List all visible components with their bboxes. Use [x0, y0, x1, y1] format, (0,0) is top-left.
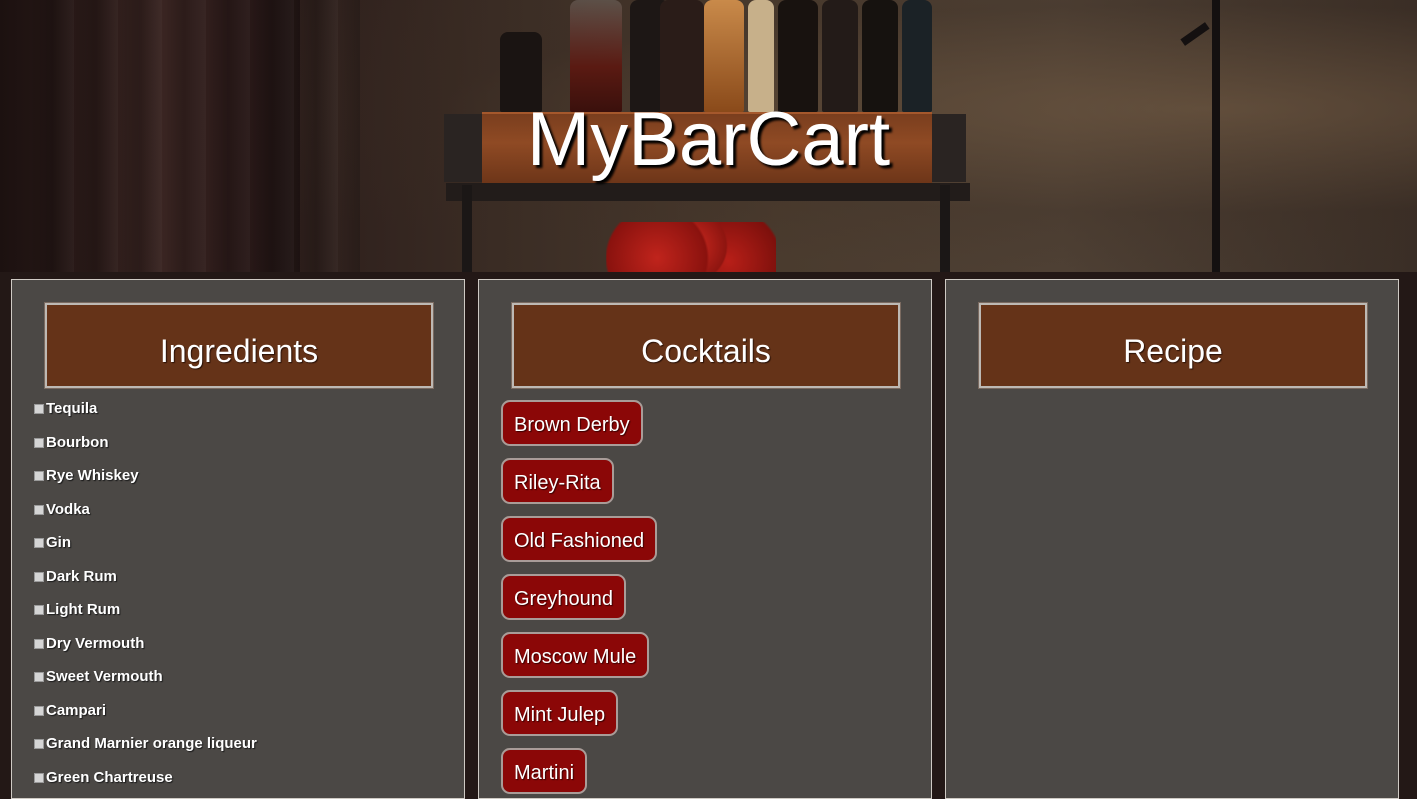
ingredient-item: Tequila: [34, 400, 257, 434]
ingredient-checkbox[interactable]: [34, 605, 44, 615]
ingredient-checkbox[interactable]: [34, 706, 44, 716]
ingredient-label: Rye Whiskey: [46, 467, 139, 484]
ingredient-checkbox[interactable]: [34, 538, 44, 548]
cocktail-button[interactable]: Mint Julep: [501, 690, 618, 736]
ingredient-label: Gin: [46, 534, 71, 551]
cocktail-button[interactable]: Riley-Rita: [501, 458, 614, 504]
ingredient-checkbox[interactable]: [34, 773, 44, 783]
ingredient-label: Green Chartreuse: [46, 769, 173, 786]
ingredient-label: Light Rum: [46, 601, 120, 618]
ingredient-label: Campari: [46, 702, 106, 719]
apples-image: [606, 222, 776, 272]
ingredient-checkbox[interactable]: [34, 438, 44, 448]
list-item: Old Fashioned: [501, 516, 657, 574]
list-item: Moscow Mule: [501, 632, 657, 690]
list-item: Mint Julep: [501, 690, 657, 748]
ingredient-label: Dry Vermouth: [46, 635, 144, 652]
cocktail-button[interactable]: Greyhound: [501, 574, 626, 620]
recipe-header: Recipe: [979, 303, 1367, 388]
ingredient-item: Grand Marnier orange liqueur: [34, 735, 257, 769]
site-title: MyBarCart: [0, 96, 1417, 183]
ingredient-checkbox[interactable]: [34, 739, 44, 749]
cocktail-button[interactable]: Moscow Mule: [501, 632, 649, 678]
ingredients-panel: Ingredients Tequila Bourbon Rye Whiskey …: [11, 279, 465, 799]
ingredient-item: Rye Whiskey: [34, 467, 257, 501]
cart-shelf: [446, 183, 970, 201]
main-columns: Ingredients Tequila Bourbon Rye Whiskey …: [0, 279, 1417, 777]
ingredient-item: Green Chartreuse: [34, 769, 257, 799]
cocktail-button[interactable]: Old Fashioned: [501, 516, 657, 562]
list-item: Riley-Rita: [501, 458, 657, 516]
ingredient-checkbox[interactable]: [34, 471, 44, 481]
ingredient-checkbox[interactable]: [34, 672, 44, 682]
list-item: Greyhound: [501, 574, 657, 632]
ingredient-label: Tequila: [46, 400, 97, 417]
ingredient-item: Vodka: [34, 501, 257, 535]
cocktail-button[interactable]: Brown Derby: [501, 400, 643, 446]
cocktail-button[interactable]: Martini: [501, 748, 587, 794]
ingredient-item: Dark Rum: [34, 568, 257, 602]
ingredients-list: Tequila Bourbon Rye Whiskey Vodka Gin Da…: [34, 400, 257, 799]
list-item: Martini: [501, 748, 657, 799]
ingredient-item: Dry Vermouth: [34, 635, 257, 669]
background-stand-knob: [1180, 22, 1209, 46]
ingredient-item: Campari: [34, 702, 257, 736]
ingredient-label: Bourbon: [46, 434, 108, 451]
ingredient-checkbox[interactable]: [34, 572, 44, 582]
list-item: Brown Derby: [501, 400, 657, 458]
ingredient-label: Grand Marnier orange liqueur: [46, 735, 257, 752]
cocktails-list: Brown Derby Riley-Rita Old Fashioned Gre…: [501, 400, 657, 799]
ingredient-label: Dark Rum: [46, 568, 117, 585]
cocktails-panel: Cocktails Brown Derby Riley-Rita Old Fas…: [478, 279, 932, 799]
ingredient-item: Gin: [34, 534, 257, 568]
ingredient-item: Sweet Vermouth: [34, 668, 257, 702]
cart-leg: [462, 185, 472, 272]
ingredient-label: Vodka: [46, 501, 90, 518]
hero-banner: MyBarCart: [0, 0, 1417, 272]
ingredient-label: Sweet Vermouth: [46, 668, 163, 685]
ingredients-header: Ingredients: [45, 303, 433, 388]
recipe-panel: Recipe: [945, 279, 1399, 799]
cart-leg: [940, 185, 950, 272]
cocktails-header: Cocktails: [512, 303, 900, 388]
ingredient-checkbox[interactable]: [34, 505, 44, 515]
ingredient-checkbox[interactable]: [34, 404, 44, 414]
ingredient-item: Light Rum: [34, 601, 257, 635]
ingredient-item: Bourbon: [34, 434, 257, 468]
ingredient-checkbox[interactable]: [34, 639, 44, 649]
